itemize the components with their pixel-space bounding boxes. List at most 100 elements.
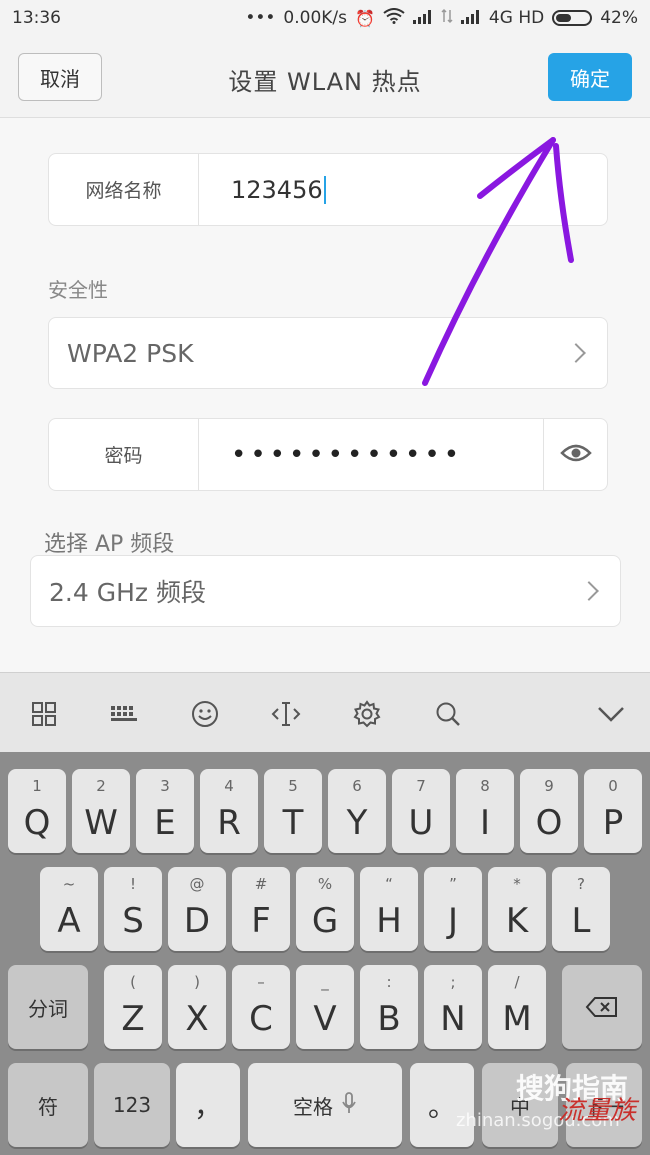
key-sub: * xyxy=(513,875,521,893)
network-name-field[interactable]: 网络名称 123456 xyxy=(48,153,608,226)
text-cursor xyxy=(323,175,326,204)
key-x[interactable]: ) X xyxy=(168,965,226,1049)
key-sub: ! xyxy=(129,875,136,893)
search-icon[interactable] xyxy=(431,697,465,731)
key-sub: 3 xyxy=(160,777,170,795)
settings-icon[interactable] xyxy=(350,697,384,731)
key-r[interactable]: 4R xyxy=(200,769,258,853)
key-main: R xyxy=(217,803,241,843)
number-label: 123 xyxy=(112,1093,152,1117)
space-content: 空格 xyxy=(248,1063,402,1147)
key-sub: ” xyxy=(449,875,457,893)
network-name-input[interactable]: 123456 xyxy=(231,154,326,225)
key-c[interactable]: – C xyxy=(232,965,290,1049)
security-select[interactable]: WPA2 PSK xyxy=(48,317,608,389)
key-main: G xyxy=(311,901,339,941)
key-main: P xyxy=(602,803,624,843)
key-a[interactable]: ~ A xyxy=(40,867,98,951)
key-sub: 9 xyxy=(544,777,554,795)
key-w[interactable]: 2W xyxy=(72,769,130,853)
key-main: Z xyxy=(121,999,145,1039)
key-z[interactable]: (Z xyxy=(104,965,162,1049)
segment-label: 分词 xyxy=(28,996,68,1021)
key-u[interactable]: 7U xyxy=(392,769,450,853)
segment-key[interactable]: 分词 xyxy=(8,965,88,1049)
band-section-label: 选择 AP 频段 xyxy=(44,532,175,557)
key-main: L xyxy=(571,901,591,941)
key-main: U xyxy=(408,803,434,843)
number-key[interactable]: 123 xyxy=(94,1063,170,1147)
key-main: J xyxy=(447,901,459,941)
key-e[interactable]: 3E xyxy=(136,769,194,853)
toggle-password-visibility[interactable] xyxy=(543,419,607,490)
key-q[interactable]: 1Q xyxy=(8,769,66,853)
key-p[interactable]: 0P xyxy=(584,769,642,853)
key-y[interactable]: 6Y xyxy=(328,769,386,853)
password-label: 密码 xyxy=(49,419,199,490)
key-sub: 5 xyxy=(288,777,298,795)
watermark-stamp: 流量族 xyxy=(557,1096,636,1126)
backspace-key[interactable] xyxy=(562,965,642,1049)
key-main: W xyxy=(84,803,118,843)
key-g[interactable]: % G xyxy=(296,867,354,951)
key-j[interactable]: ” J xyxy=(424,867,482,951)
key-b[interactable]: :B xyxy=(360,965,418,1049)
alarm-icon: ⏰ xyxy=(355,8,375,28)
key-t[interactable]: 5T xyxy=(264,769,322,853)
key-i[interactable]: 8I xyxy=(456,769,514,853)
key-o[interactable]: 9O xyxy=(520,769,578,853)
space-key[interactable]: 空格 xyxy=(248,1063,402,1147)
status-right: ••• 0.00K/s ⏰ 4G HD 42% xyxy=(245,8,638,28)
password-input[interactable]: •••••••••••• xyxy=(231,419,463,490)
key-h[interactable]: “H xyxy=(360,867,418,951)
key-d[interactable]: @ D xyxy=(168,867,226,951)
key-sub: ; xyxy=(450,973,456,991)
emoji-icon[interactable] xyxy=(188,697,222,731)
key-sub: _ xyxy=(321,973,329,991)
key-sub: / xyxy=(514,973,520,991)
more-dots: ••• xyxy=(245,8,276,28)
title-bar: 取消 设置 WLAN 热点 确定 xyxy=(0,38,650,118)
eye-icon xyxy=(559,443,592,467)
data-transfer-icon xyxy=(441,8,453,28)
key-k[interactable]: * K xyxy=(488,867,546,951)
chevron-right-icon xyxy=(566,343,586,363)
cursor-icon[interactable] xyxy=(269,697,303,731)
key-sub: 8 xyxy=(480,777,490,795)
keyboard-icon[interactable] xyxy=(107,697,141,731)
key-f[interactable]: # F xyxy=(232,867,290,951)
status-time: 13:36 xyxy=(12,8,61,28)
key-sub: 6 xyxy=(352,777,362,795)
grid-icon[interactable] xyxy=(27,697,61,731)
network-speed: 0.00K/s xyxy=(283,8,347,28)
key-sub: 0 xyxy=(608,777,618,795)
key-n[interactable]: ; N xyxy=(424,965,482,1049)
wifi-icon xyxy=(383,8,405,28)
confirm-button[interactable]: 确定 xyxy=(548,53,632,101)
comma-key[interactable]: ， xyxy=(176,1063,240,1147)
key-v[interactable]: _ V xyxy=(296,965,354,1049)
key-main: H xyxy=(376,901,402,941)
key-main: B xyxy=(377,999,401,1039)
key-l[interactable]: ? L xyxy=(552,867,610,951)
key-main: N xyxy=(440,999,466,1039)
key-sub: “ xyxy=(385,875,393,893)
battery-icon xyxy=(552,10,593,26)
symbol-key[interactable]: 符 xyxy=(8,1063,88,1147)
status-bar: 13:36 ••• 0.00K/s ⏰ 4G HD 42% xyxy=(0,0,650,38)
band-select[interactable]: 2.4 GHz 频段 xyxy=(30,555,621,627)
key-main: S xyxy=(122,901,144,941)
watermark: 搜狗指南 zhinan.sogou.com 流量族 xyxy=(456,1063,636,1133)
password-field[interactable]: 密码 •••••••••••• xyxy=(48,418,608,491)
key-main: K xyxy=(505,901,529,941)
key-s[interactable]: ! S xyxy=(104,867,162,951)
collapse-icon[interactable] xyxy=(594,697,628,731)
key-main: O xyxy=(535,803,563,843)
key-main: C xyxy=(249,999,273,1039)
key-sub: – xyxy=(257,973,265,991)
key-m[interactable]: / M xyxy=(488,965,546,1049)
microphone-icon xyxy=(341,1091,357,1120)
key-main: E xyxy=(154,803,176,843)
network-name-value: 123456 xyxy=(231,175,323,204)
key-main: T xyxy=(282,803,304,843)
